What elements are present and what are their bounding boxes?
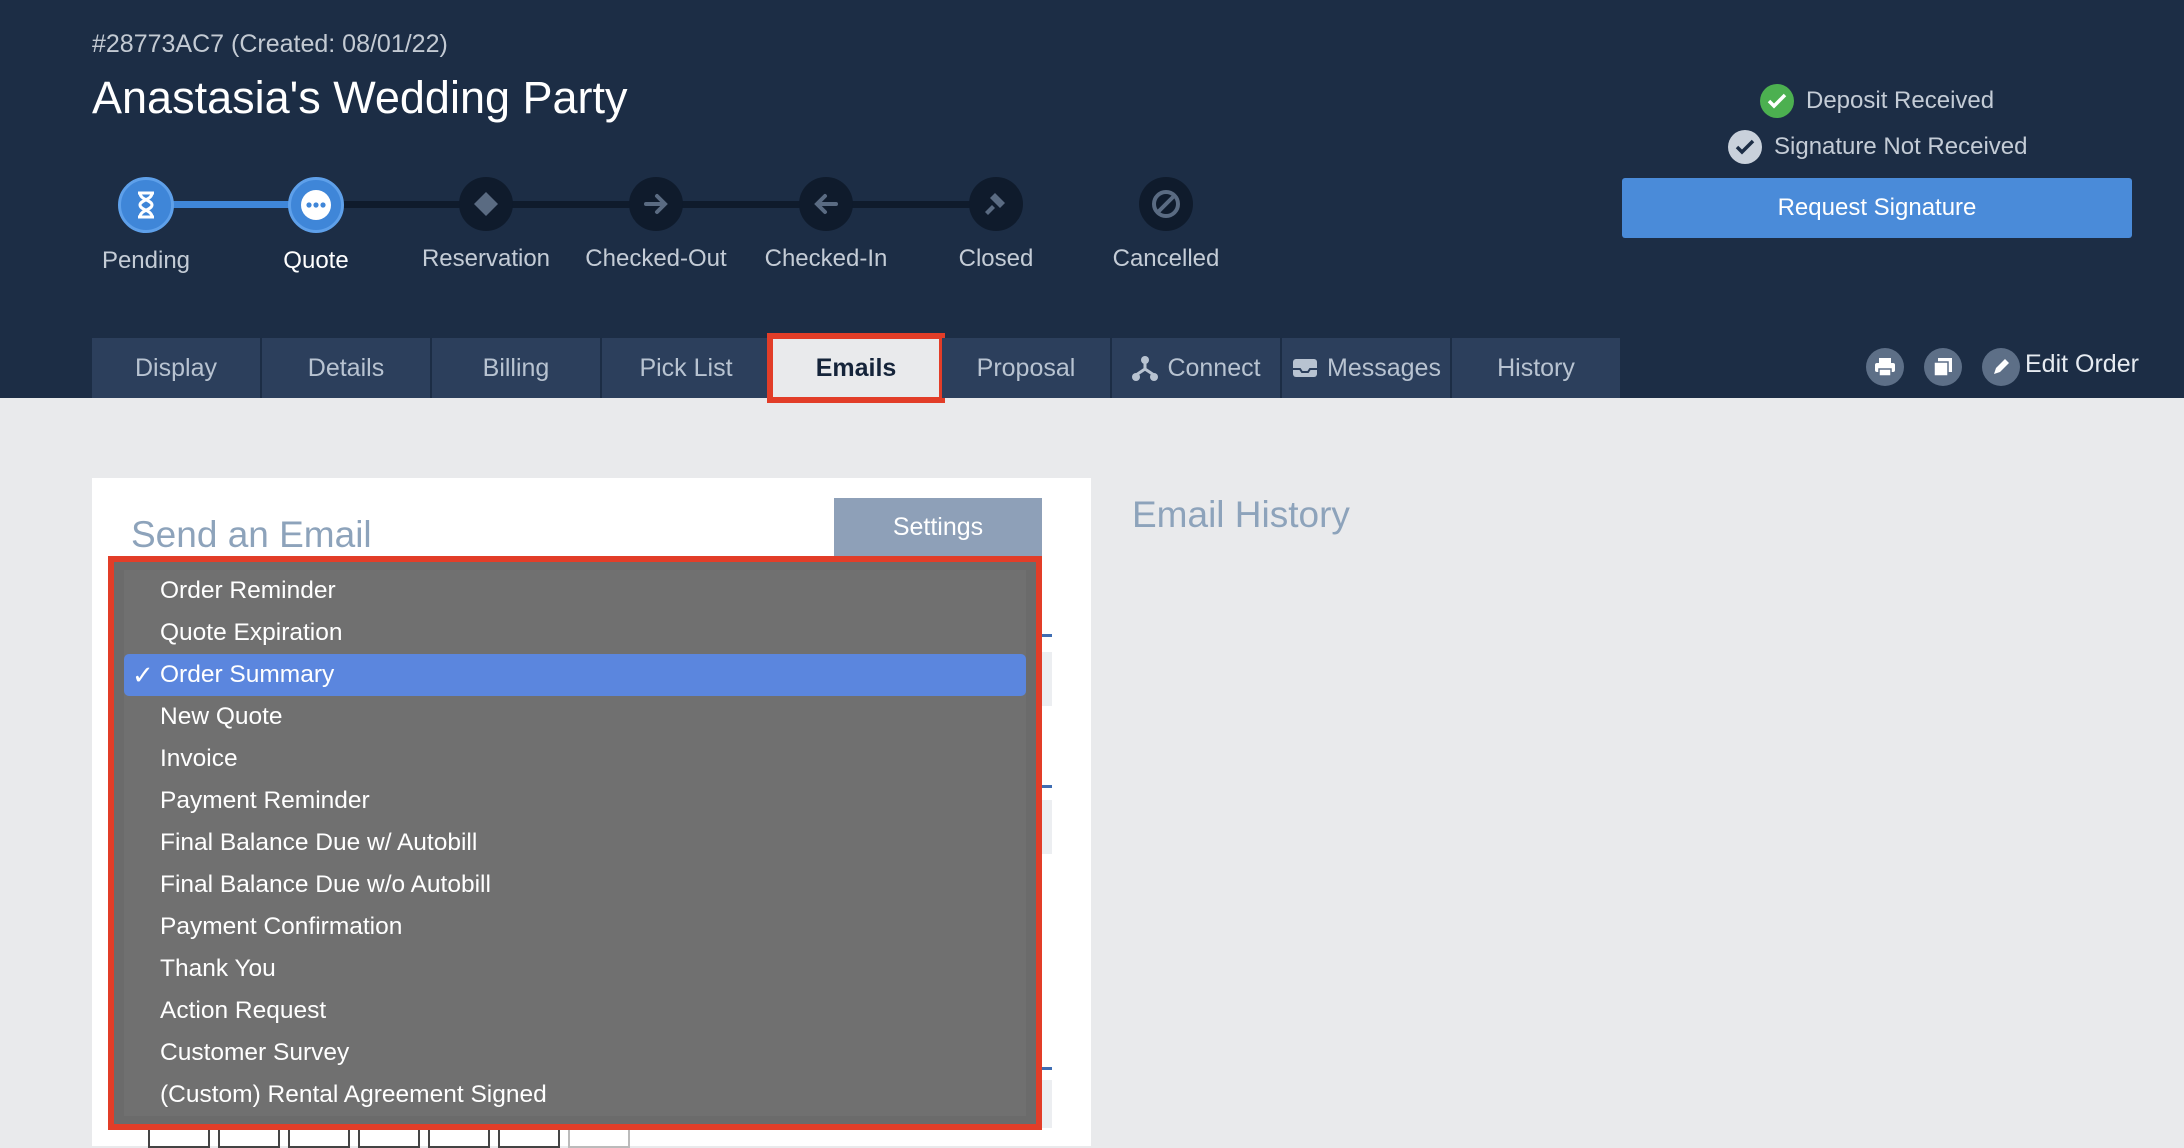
request-signature-button[interactable]: Request Signature xyxy=(1622,178,2132,238)
dropdown-option[interactable]: Quote Expiration xyxy=(124,612,1026,654)
editor-toolbar-button[interactable] xyxy=(358,1128,420,1148)
signature-status-label: Signature Not Received xyxy=(1774,133,2028,160)
dropdown-option[interactable]: Final Balance Due w/ Autobill xyxy=(124,822,1026,864)
settings-button[interactable]: Settings xyxy=(834,498,1042,556)
editor-toolbar-button[interactable] xyxy=(428,1128,490,1148)
dropdown-option[interactable]: Final Balance Due w/o Autobill xyxy=(124,864,1026,906)
signature-status: Signature Not Received xyxy=(1728,130,2027,164)
deposit-status-label: Deposit Received xyxy=(1806,87,1995,114)
tab-details[interactable]: Details xyxy=(262,338,430,398)
editor-toolbar-button[interactable] xyxy=(218,1128,280,1148)
dropdown-option-selected[interactable]: ✓ Order Summary xyxy=(124,654,1026,696)
check-circle-icon xyxy=(1728,130,1762,164)
dropdown-option[interactable]: Order Reminder xyxy=(124,570,1026,612)
dropdown-option[interactable]: (Custom) Rental Agreement Signed xyxy=(124,1074,1026,1116)
print-icon[interactable] xyxy=(1866,348,1904,386)
tab-proposal[interactable]: Proposal xyxy=(942,338,1110,398)
step-cancelled[interactable]: Cancelled xyxy=(1056,177,1276,273)
order-title: Anastasia's Wedding Party xyxy=(92,72,628,123)
check-circle-icon xyxy=(1760,84,1794,118)
order-tabs: Display Details Billing Pick List Emails… xyxy=(92,333,1622,403)
editor-toolbar-button[interactable] xyxy=(498,1128,560,1148)
network-icon xyxy=(1132,356,1159,381)
dropdown-option[interactable]: Thank You xyxy=(124,948,1026,990)
deposit-status: Deposit Received xyxy=(1760,84,1994,118)
gavel-icon xyxy=(969,177,1023,231)
dropdown-option[interactable]: New Quote xyxy=(124,696,1026,738)
ellipsis-icon xyxy=(288,177,344,233)
edit-order-link[interactable]: Edit Order xyxy=(2025,350,2139,379)
tab-messages[interactable]: Messages xyxy=(1282,338,1450,398)
dropdown-option[interactable]: Invoice xyxy=(124,738,1026,780)
dropdown-option[interactable]: Payment Reminder xyxy=(124,780,1026,822)
tab-emails[interactable]: Emails xyxy=(767,333,945,403)
inbox-icon xyxy=(1293,359,1318,377)
dropdown-option[interactable]: Action Request xyxy=(124,990,1026,1032)
copy-icon[interactable] xyxy=(1924,348,1962,386)
order-header: #28773AC7 (Created: 08/01/22) Anastasia'… xyxy=(0,0,2184,403)
checkmark-icon: ✓ xyxy=(132,660,154,690)
dropdown-option[interactable]: Customer Survey xyxy=(124,1032,1026,1074)
dropdown-option[interactable]: Payment Confirmation xyxy=(124,906,1026,948)
tag-icon xyxy=(459,177,513,231)
pencil-icon[interactable] xyxy=(1982,348,2020,386)
tab-connect-label: Connect xyxy=(1167,353,1261,382)
arrow-left-icon xyxy=(799,177,853,231)
email-template-options: Order Reminder Quote Expiration ✓ Order S… xyxy=(124,570,1026,1116)
step-label: Cancelled xyxy=(1112,245,1220,272)
editor-toolbar-button[interactable] xyxy=(288,1128,350,1148)
arrow-right-icon xyxy=(629,177,683,231)
ban-icon xyxy=(1139,177,1193,231)
tab-connect[interactable]: Connect xyxy=(1112,338,1280,398)
tab-billing[interactable]: Billing xyxy=(432,338,600,398)
order-id: #28773AC7 (Created: 08/01/22) xyxy=(92,30,448,58)
editor-toolbar-button[interactable] xyxy=(148,1128,210,1148)
hourglass-icon xyxy=(118,177,174,233)
tab-display[interactable]: Display xyxy=(92,338,260,398)
tab-pick-list[interactable]: Pick List xyxy=(602,338,770,398)
editor-toolbar-button[interactable] xyxy=(568,1128,630,1148)
email-history-title: Email History xyxy=(1132,494,1350,535)
send-email-title: Send an Email xyxy=(131,514,372,555)
tab-messages-label: Messages xyxy=(1327,353,1441,382)
tab-history[interactable]: History xyxy=(1452,338,1620,398)
email-template-dropdown[interactable]: Order Reminder Quote Expiration ✓ Order S… xyxy=(108,556,1042,1130)
